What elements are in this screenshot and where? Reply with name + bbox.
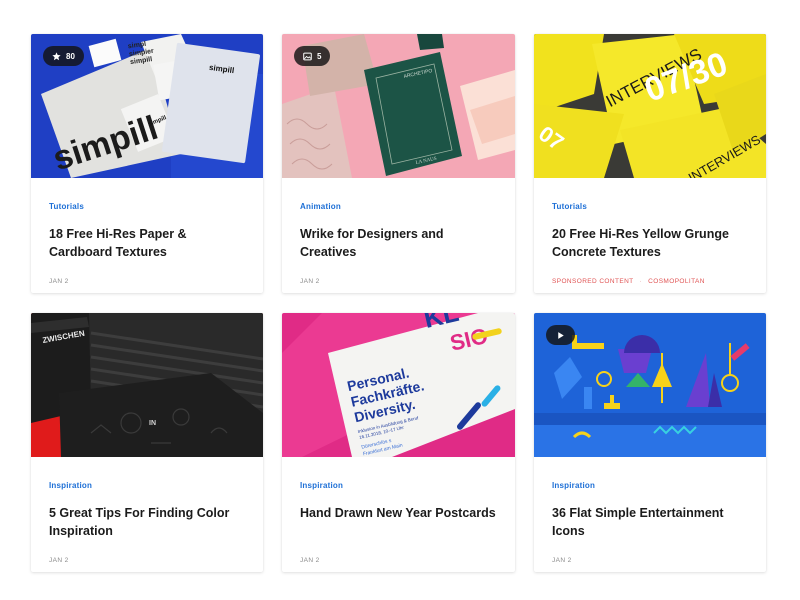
article-date: JAN 2 <box>300 557 320 564</box>
article-thumbnail[interactable]: simpill simplsimpiersimpill simpill simp… <box>31 34 263 178</box>
category-link[interactable]: Inspiration <box>552 481 595 493</box>
article-card[interactable]: Personal. Fachkräfte. Diversity. Inklusi… <box>282 313 515 572</box>
article-title[interactable]: 36 Flat Simple Entertainment Icons <box>552 504 748 538</box>
meta-separator: · <box>639 278 643 285</box>
favorites-badge: 80 <box>43 46 84 66</box>
category-link[interactable]: Tutorials <box>552 202 587 214</box>
article-card[interactable]: INTERVIEWS 07/30 INTERVIEWS 07 Tutorials… <box>534 34 766 293</box>
article-card[interactable]: Inspiration 36 Flat Simple Entertainment… <box>534 313 766 572</box>
sponsored-meta: SPONSORED CONTENT · COSMOPOLITAN <box>552 278 748 285</box>
category-link[interactable]: Animation <box>300 202 341 214</box>
article-thumbnail[interactable]: Personal. Fachkräfte. Diversity. Inklusi… <box>282 313 515 457</box>
article-card[interactable]: ARCHETIPO LA NAUS 5 Animation Wrike for … <box>282 34 515 293</box>
category-link[interactable]: Inspiration <box>49 481 92 493</box>
black-books-image: ZWISCHEN IN <box>31 313 263 457</box>
article-title[interactable]: Hand Drawn New Year Postcards <box>300 504 497 522</box>
video-badge[interactable] <box>546 325 575 345</box>
article-thumbnail[interactable]: ARCHETIPO LA NAUS 5 <box>282 34 515 178</box>
article-title[interactable]: 5 Great Tips For Finding Color Inspirati… <box>49 504 245 540</box>
article-date: JAN 2 <box>552 557 572 564</box>
article-thumbnail[interactable]: INTERVIEWS 07/30 INTERVIEWS 07 <box>534 34 766 178</box>
article-thumbnail[interactable] <box>534 313 766 457</box>
article-date: JAN 2 <box>49 557 69 564</box>
star-icon <box>52 51 61 60</box>
article-date: JAN 2 <box>49 278 69 285</box>
article-title[interactable]: 20 Free Hi-Res Yellow Grunge Concrete Te… <box>552 225 748 261</box>
sponsor-link[interactable]: COSMOPOLITAN <box>648 278 705 285</box>
play-icon <box>558 331 564 339</box>
category-link[interactable]: Inspiration <box>300 481 343 493</box>
yellow-interviews-image: INTERVIEWS 07/30 INTERVIEWS 07 <box>534 34 766 178</box>
article-card[interactable]: ZWISCHEN IN Inspiration 5 Great Tips For… <box>31 313 263 572</box>
article-title[interactable]: Wrike for Designers and Creatives <box>300 225 497 259</box>
article-card[interactable]: simpill simplsimpiersimpill simpill simp… <box>31 34 263 293</box>
favorites-count: 80 <box>66 51 75 61</box>
diversity-poster-image: Personal. Fachkräfte. Diversity. Inklusi… <box>282 313 515 457</box>
image-icon <box>303 52 312 60</box>
article-grid: simpill simplsimpiersimpill simpill simp… <box>31 34 766 572</box>
svg-text:IN: IN <box>149 420 156 427</box>
category-link[interactable]: Tutorials <box>49 202 84 214</box>
article-date: JAN 2 <box>300 278 320 285</box>
sponsored-label: SPONSORED CONTENT <box>552 278 634 285</box>
gallery-badge: 5 <box>294 46 331 66</box>
gallery-count: 5 <box>317 51 322 61</box>
article-thumbnail[interactable]: ZWISCHEN IN <box>31 313 263 457</box>
article-title[interactable]: 18 Free Hi-Res Paper & Cardboard Texture… <box>49 225 245 261</box>
